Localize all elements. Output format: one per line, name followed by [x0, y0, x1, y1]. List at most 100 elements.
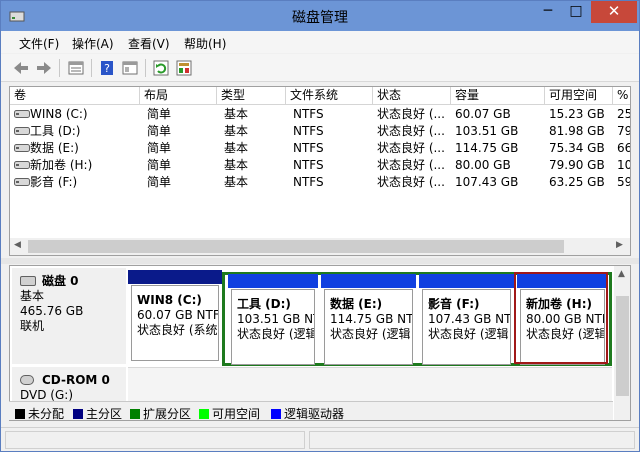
legend-unallocated: 未分配 [15, 405, 64, 422]
legend-label: 逻辑驱动器 [284, 407, 345, 421]
legend-extended: 扩展分区 [130, 405, 191, 422]
legend-label: 扩展分区 [143, 407, 192, 421]
volume-free-space: 79.90 GB [549, 158, 605, 172]
partition-c[interactable]: WIN8 (C:) 60.07 GB NTF 状态良好 (系统 [131, 285, 219, 361]
disk-0-type: 基本 [20, 289, 45, 303]
volume-row[interactable]: 新加卷 (H:) 简单 基本 NTFS 状态良好 (... 80.00 GB 7… [10, 157, 630, 174]
volume-capacity: 107.43 GB [455, 175, 519, 189]
volume-name-cell: 数据 (E:) [10, 140, 140, 157]
logical-drive-strip [419, 274, 514, 288]
volume-status: 状态良好 (... [377, 107, 445, 121]
partition-e[interactable]: 数据 (E:) 114.75 GB NT 状态良好 (逻辑 [324, 289, 413, 365]
cdrom-0-media-area[interactable] [128, 367, 612, 403]
partition-size: 107.43 GB NT [428, 312, 511, 326]
toolbar-separator [59, 59, 60, 77]
drive-icon [14, 110, 30, 118]
volume-free-space: 75.34 GB [549, 141, 605, 155]
pane-splitter[interactable] [1, 258, 639, 264]
volume-row[interactable]: WIN8 (C:) 简单 基本 NTFS 状态良好 (... 60.07 GB … [10, 106, 630, 123]
properties-icon[interactable] [120, 58, 140, 78]
scroll-thumb[interactable] [28, 240, 564, 253]
menu-help[interactable]: 帮助(H) [184, 35, 226, 52]
volume-name-cell: 工具 (D:) [10, 123, 140, 140]
partition-name: WIN8 (C:) [137, 293, 202, 307]
refresh-icon[interactable] [151, 58, 171, 78]
column-header-type[interactable]: 类型 [217, 87, 286, 105]
volume-row[interactable]: 工具 (D:) 简单 基本 NTFS 状态良好 (... 103.51 GB 8… [10, 123, 630, 140]
partition-size: 114.75 GB NT [330, 312, 413, 326]
scroll-up-icon[interactable]: ▲ [618, 269, 625, 279]
column-header-volume[interactable]: 卷 [10, 87, 140, 105]
volume-layout: 简单 [147, 141, 172, 155]
partition-name: 数据 (E:) [330, 297, 383, 311]
volume-percent: 10 [617, 158, 630, 172]
help-icon[interactable]: ? [97, 58, 117, 78]
partition-d[interactable]: 工具 (D:) 103.51 GB NT 状态良好 (逻辑 [231, 289, 315, 365]
volume-type: 基本 [224, 124, 249, 138]
volume-status: 状态良好 (... [377, 175, 445, 189]
status-bar [1, 427, 639, 451]
legend-swatch [271, 409, 281, 419]
maximize-button[interactable]: □ [562, 1, 590, 23]
disk-graph-view: 磁盘 0 基本 465.76 GB 联机 WIN8 (C:) 60.07 GB … [9, 265, 631, 421]
volume-name-cell: 影音 (F:) [10, 174, 140, 191]
legend-swatch [73, 409, 83, 419]
volume-name: 数据 (E:) [30, 141, 79, 155]
volume-percent: 66 [617, 141, 630, 155]
forward-arrow-icon[interactable] [34, 58, 54, 78]
disk-0-info[interactable]: 磁盘 0 基本 465.76 GB 联机 [12, 268, 126, 364]
column-header-free-space[interactable]: 可用空间 [545, 87, 613, 105]
minimize-button[interactable]: ─ [534, 1, 562, 23]
scroll-left-icon[interactable]: ◀ [14, 240, 21, 250]
primary-partition-strip [128, 270, 222, 284]
scroll-right-icon[interactable]: ▶ [616, 240, 623, 250]
volume-name-cell: 新加卷 (H:) [10, 157, 140, 174]
volume-layout: 简单 [147, 175, 172, 189]
vertical-scrollbar[interactable]: ▲ [614, 266, 630, 420]
menu-view[interactable]: 查看(V) [128, 35, 170, 52]
volume-row[interactable]: 影音 (F:) 简单 基本 NTFS 状态良好 (... 107.43 GB 6… [10, 174, 630, 191]
logical-drive-strip [321, 274, 416, 288]
volume-capacity: 114.75 GB [455, 141, 519, 155]
volume-name: WIN8 (C:) [30, 107, 88, 121]
volume-row[interactable]: 数据 (E:) 简单 基本 NTFS 状态良好 (... 114.75 GB 7… [10, 140, 630, 157]
volume-free-space: 15.23 GB [549, 107, 605, 121]
rescan-icon[interactable] [174, 58, 194, 78]
volume-percent: 79 [617, 124, 630, 138]
volume-name: 新加卷 (H:) [30, 158, 93, 172]
volume-layout: 简单 [147, 124, 172, 138]
close-button[interactable]: ✕ [591, 1, 637, 23]
volume-filesystem: NTFS [293, 175, 324, 189]
partition-legend: 未分配 主分区 扩展分区 可用空间 逻辑驱动器 [9, 401, 613, 422]
volume-name-cell: WIN8 (C:) [10, 106, 140, 123]
partition-f[interactable]: 影音 (F:) 107.43 GB NT 状态良好 (逻辑 [422, 289, 511, 365]
partition-size: 60.07 GB NTF [137, 308, 219, 322]
volume-free-space: 63.25 GB [549, 175, 605, 189]
partition-name: 影音 (F:) [428, 297, 480, 311]
disk-0-label: 磁盘 0 [20, 274, 126, 289]
cdrom-0-label: CD-ROM 0 [20, 373, 126, 388]
horizontal-scrollbar[interactable]: ◀ ▶ [10, 238, 630, 255]
volume-list-icon[interactable] [66, 58, 86, 78]
scroll-thumb[interactable] [616, 296, 629, 396]
volume-capacity: 103.51 GB [455, 124, 519, 138]
legend-swatch [15, 409, 25, 419]
menu-action[interactable]: 操作(A) [72, 35, 114, 52]
status-panel [309, 431, 635, 449]
volume-type: 基本 [224, 175, 249, 189]
cdrom-0-info[interactable]: CD-ROM 0 DVD (G:) [12, 367, 126, 403]
menu-file[interactable]: 文件(F) [19, 35, 59, 52]
volume-status: 状态良好 (... [377, 141, 445, 155]
disk-0-name: 磁盘 0 [42, 274, 79, 288]
toolbar-separator [145, 59, 146, 77]
column-header-layout[interactable]: 布局 [140, 87, 217, 105]
column-header-percent[interactable]: % [613, 87, 630, 105]
back-arrow-icon[interactable] [11, 58, 31, 78]
column-header-filesystem[interactable]: 文件系统 [286, 87, 373, 105]
volume-name: 工具 (D:) [30, 124, 81, 138]
legend-logical-drive: 逻辑驱动器 [271, 405, 344, 422]
column-header-status[interactable]: 状态 [373, 87, 451, 105]
column-header-capacity[interactable]: 容量 [451, 87, 545, 105]
volume-capacity: 60.07 GB [455, 107, 511, 121]
legend-primary: 主分区 [73, 405, 122, 422]
